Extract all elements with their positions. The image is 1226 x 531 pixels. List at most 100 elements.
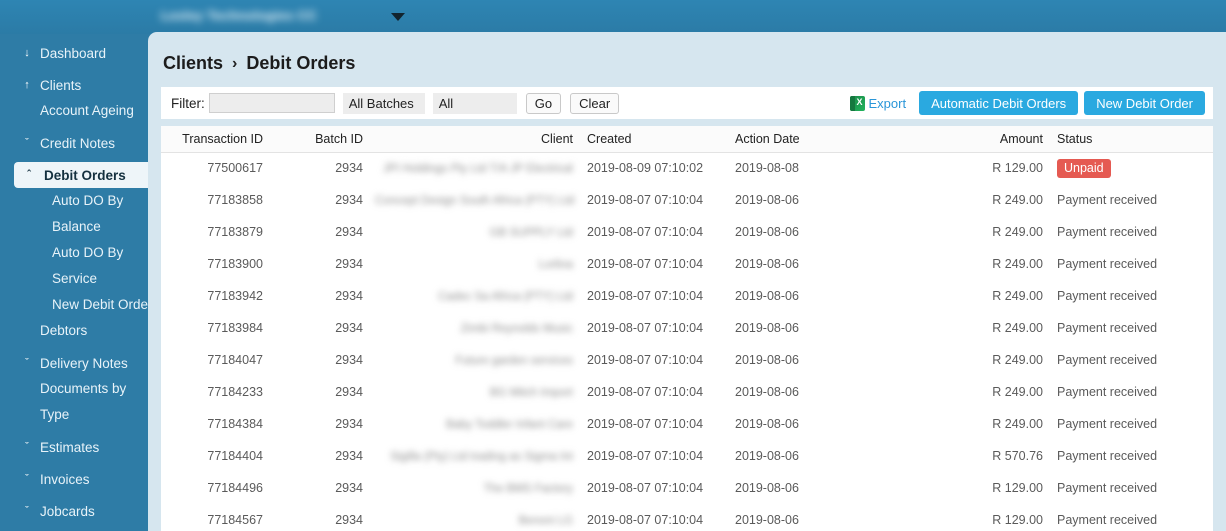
cell-client: BG Mitch Import [369, 376, 579, 408]
cell-transaction-id: 77184047 [161, 344, 269, 376]
page-title: Debit Orders [246, 53, 355, 74]
automatic-debit-orders-button[interactable]: Automatic Debit Orders [919, 91, 1078, 115]
cell-status: Unpaid [1049, 152, 1213, 184]
cell-created: 2019-08-09 07:10:02 [579, 152, 727, 184]
cell-transaction-id: 77183858 [161, 184, 269, 216]
sidebar-item-debit-orders[interactable]: ˆDebit Orders [14, 162, 148, 188]
table-header: Transaction ID Batch ID Client Created A… [161, 126, 1213, 152]
sidebar-item-clients[interactable]: ↑Clients [0, 72, 148, 98]
breadcrumb-parent[interactable]: Clients [163, 53, 223, 74]
column-header-client[interactable]: Client [369, 126, 579, 152]
cell-client-value: Lorlina [538, 259, 573, 271]
sidebar-item-auto-do-by[interactable]: Auto DO By [0, 240, 148, 266]
filter-input[interactable] [209, 93, 335, 113]
sidebar-item-label: Clients [40, 78, 81, 93]
cell-client-value: Cadec Sa Africa (PTY) Ltd [438, 291, 573, 303]
cell-created: 2019-08-07 07:10:04 [579, 440, 727, 472]
chevron-down-icon: ˇ [14, 138, 40, 149]
sidebar-item-balance[interactable]: Balance [0, 214, 148, 240]
table-row[interactable]: 771844962934The BMS Factory2019-08-07 07… [161, 472, 1213, 504]
cell-batch-id: 2934 [269, 248, 369, 280]
batch-select[interactable]: All Batches [343, 93, 425, 114]
table-row[interactable]: 771840472934Future garden services2019-0… [161, 344, 1213, 376]
table-row[interactable]: 771838582934Concept Design South Africa … [161, 184, 1213, 216]
column-header-transaction-id[interactable]: Transaction ID [161, 126, 269, 152]
table-row[interactable]: 775006172934JPI Holdings Pty Ltd T/A JP … [161, 152, 1213, 184]
sidebar-item-estimates[interactable]: ˇEstimates [0, 434, 148, 460]
cell-status: Payment received [1049, 312, 1213, 344]
cell-client: Zimbi Reynolds Music [369, 312, 579, 344]
table-row[interactable]: 771844042934Sigilla (Pty) Ltd trading as… [161, 440, 1213, 472]
column-header-batch-id[interactable]: Batch ID [269, 126, 369, 152]
cell-status: Payment received [1049, 472, 1213, 504]
sidebar-item-credit-notes[interactable]: ˇCredit Notes [0, 130, 148, 156]
column-header-created[interactable]: Created [579, 126, 727, 152]
table-row[interactable]: 771839842934Zimbi Reynolds Music2019-08-… [161, 312, 1213, 344]
table-row[interactable]: 771839002934Lorlina2019-08-07 07:10:0420… [161, 248, 1213, 280]
cell-amount: R 249.00 [897, 280, 1049, 312]
caret-down-icon[interactable] [391, 13, 405, 21]
column-header-status[interactable]: Status [1049, 126, 1213, 152]
column-header-action-date[interactable]: Action Date [727, 126, 897, 152]
filter-label: Filter: [171, 96, 205, 111]
sidebar-item-auto-do-by[interactable]: Auto DO By [0, 188, 148, 214]
cell-client: Cadec Sa Africa (PTY) Ltd [369, 280, 579, 312]
status-select[interactable]: All [433, 93, 517, 114]
sidebar-item-service[interactable]: Service [0, 266, 148, 292]
sidebar-item-delivery-notes[interactable]: ˇDelivery Notes [0, 350, 148, 376]
cell-batch-id: 2934 [269, 504, 369, 531]
export-label: Export [869, 96, 907, 111]
table-row[interactable]: 771845672934Benoni LG2019-08-07 07:10:04… [161, 504, 1213, 531]
cell-action-date: 2019-08-06 [727, 280, 897, 312]
export-link[interactable]: Export [850, 96, 907, 111]
cell-transaction-id: 77184384 [161, 408, 269, 440]
cell-created: 2019-08-07 07:10:04 [579, 184, 727, 216]
cell-amount: R 570.76 [897, 440, 1049, 472]
cell-client-value: Baby Toddler Infant Care [446, 419, 573, 431]
sidebar-item-new-debit-order[interactable]: New Debit Order [0, 292, 148, 318]
cell-status: Payment received [1049, 248, 1213, 280]
table-row[interactable]: 771843842934Baby Toddler Infant Care2019… [161, 408, 1213, 440]
sidebar-item-label: Documents by [40, 381, 126, 396]
sidebar-item-documents-by[interactable]: Documents by [0, 376, 148, 402]
table-row[interactable]: 771839422934Cadec Sa Africa (PTY) Ltd201… [161, 280, 1213, 312]
table-row[interactable]: 771838792934GB SUPPLY Ltd2019-08-07 07:1… [161, 216, 1213, 248]
cell-created: 2019-08-07 07:10:04 [579, 312, 727, 344]
cell-action-date: 2019-08-06 [727, 312, 897, 344]
cell-client: Sigilla (Pty) Ltd trading as Sigma Int [369, 440, 579, 472]
cell-transaction-id: 77183900 [161, 248, 269, 280]
sidebar-item-dashboard[interactable]: ↓Dashboard [0, 40, 148, 66]
sidebar-item-type[interactable]: Type [0, 402, 148, 428]
sidebar-item-jobcards[interactable]: ˇJobcards [0, 498, 148, 524]
cell-client-value: BG Mitch Import [490, 387, 573, 399]
cell-transaction-id: 77184233 [161, 376, 269, 408]
top-bar: Lesley Technologies CC [0, 0, 1226, 34]
go-button[interactable]: Go [526, 93, 561, 114]
new-debit-order-button[interactable]: New Debit Order [1084, 91, 1205, 115]
sidebar-item-account-ageing[interactable]: Account Ageing [0, 98, 148, 124]
clear-button[interactable]: Clear [570, 93, 619, 114]
debit-orders-table-container: Transaction ID Batch ID Client Created A… [161, 126, 1213, 531]
chevron-down-icon: ˇ [14, 506, 40, 517]
cell-client: GB SUPPLY Ltd [369, 216, 579, 248]
cell-batch-id: 2934 [269, 312, 369, 344]
sidebar-item-debtors[interactable]: Debtors [0, 318, 148, 344]
filter-bar: Filter: All Batches All Go Clear Export … [161, 87, 1213, 119]
cell-action-date: 2019-08-06 [727, 344, 897, 376]
sidebar-item-label: Auto DO By [52, 193, 123, 208]
cell-transaction-id: 77500617 [161, 152, 269, 184]
cell-status: Payment received [1049, 376, 1213, 408]
chevron-down-icon: ˇ [14, 474, 40, 485]
table-row[interactable]: 771842332934BG Mitch Import2019-08-07 07… [161, 376, 1213, 408]
cell-action-date: 2019-08-06 [727, 472, 897, 504]
cell-batch-id: 2934 [269, 376, 369, 408]
sidebar-item-invoices[interactable]: ˇInvoices [0, 466, 148, 492]
cell-client-value: Zimbi Reynolds Music [461, 323, 573, 335]
cell-batch-id: 2934 [269, 344, 369, 376]
column-header-amount[interactable]: Amount [897, 126, 1049, 152]
cell-client-value: GB SUPPLY Ltd [490, 227, 573, 239]
cell-transaction-id: 77184496 [161, 472, 269, 504]
cell-created: 2019-08-07 07:10:04 [579, 344, 727, 376]
cell-amount: R 129.00 [897, 504, 1049, 531]
cell-status: Payment received [1049, 504, 1213, 531]
